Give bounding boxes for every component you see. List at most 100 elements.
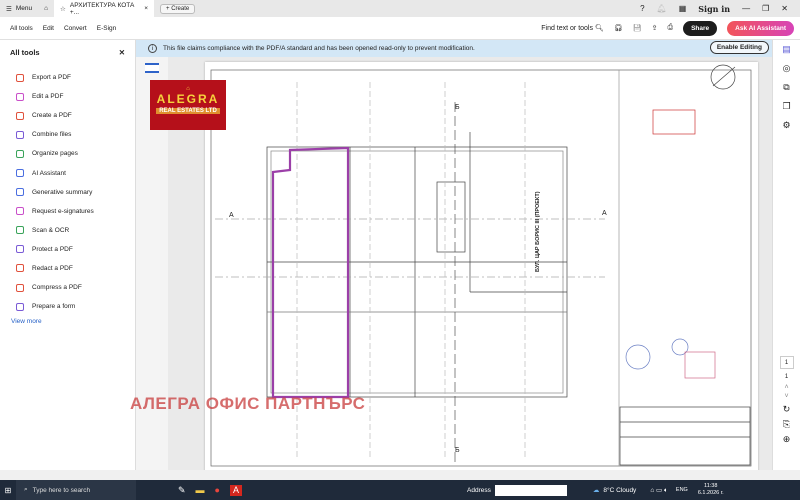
create-button[interactable]: + Create bbox=[160, 3, 196, 14]
rotate-icon[interactable]: ↻ bbox=[783, 404, 791, 415]
home-icon: ⌂ bbox=[44, 5, 49, 12]
print-icon[interactable]: ⎙ bbox=[667, 24, 673, 32]
tool-label: Combine files bbox=[32, 131, 72, 139]
tool-label: Export a PDF bbox=[32, 74, 72, 82]
tool-label: Compress a PDF bbox=[32, 284, 82, 292]
save-icon[interactable]: 💾︎ bbox=[633, 24, 642, 32]
tool-item[interactable]: Generative summary bbox=[0, 183, 135, 202]
tool-item[interactable]: Organize pages bbox=[0, 144, 135, 163]
section-mark-top: Б bbox=[455, 104, 460, 111]
language-indicator[interactable]: ENG bbox=[676, 487, 688, 493]
tool-icon bbox=[16, 169, 24, 178]
tool-item[interactable]: Prepare a form bbox=[0, 297, 135, 316]
taskbar-search[interactable]: ⌕ Type here to search bbox=[16, 480, 136, 500]
maximize-icon[interactable]: ❐ bbox=[762, 4, 769, 13]
zoom-in-icon[interactable]: ⊕ bbox=[783, 434, 791, 445]
menu-all-tools[interactable]: All tools bbox=[10, 25, 33, 32]
page-down-icon[interactable]: ˅ bbox=[784, 393, 788, 400]
attachments-icon[interactable]: ⚙ bbox=[782, 120, 790, 131]
search-icon: 🔍︎ bbox=[594, 25, 604, 32]
windows-start-icon[interactable]: ⊞ bbox=[0, 486, 16, 495]
find-tools[interactable]: Find text or tools 🔍︎ bbox=[541, 24, 604, 32]
tool-item[interactable]: Scan & OCR bbox=[0, 221, 135, 240]
tool-label: AI Assistant bbox=[32, 169, 66, 177]
tool-icon bbox=[16, 149, 24, 158]
tray-icons[interactable]: ⌂ ▭ 🔈︎ bbox=[650, 486, 668, 495]
date: 6.1.2026 г. bbox=[697, 490, 724, 496]
help-icon[interactable]: ? bbox=[640, 4, 644, 13]
tool-item[interactable]: Compress a PDF bbox=[0, 278, 135, 297]
close-tab-icon[interactable]: × bbox=[144, 5, 148, 12]
comment-icon[interactable]: ◎ bbox=[783, 63, 791, 74]
tool-item[interactable]: Export a PDF bbox=[0, 68, 135, 87]
edit-panel-icon[interactable]: ▤ bbox=[782, 44, 791, 55]
tool-item[interactable]: Edit a PDF bbox=[0, 87, 135, 106]
title-bar: ☰ Menu ⌂ ☆ АРХИТЕКТУРА КОТА +... × + Create… bbox=[0, 0, 800, 17]
headphones-icon[interactable]: 🎧︎ bbox=[614, 24, 623, 32]
tools-panel: All tools ✕ Export a PDF Edit a PDF Create… bbox=[0, 40, 136, 470]
right-rail: ▤ ◎ ⧉ ❐ ⚙ 1 1 ˄ ˅ ↻ ⎘ ⊕ bbox=[772, 40, 800, 470]
menu-edit[interactable]: Edit bbox=[43, 25, 54, 32]
time: 11:38 bbox=[704, 483, 718, 489]
apps-icon[interactable]: ▦ bbox=[679, 4, 687, 13]
search-placeholder: Type here to search bbox=[32, 486, 91, 494]
chrome-icon[interactable]: ● bbox=[215, 485, 220, 496]
tool-label: Request e-signatures bbox=[32, 207, 94, 215]
address-input[interactable] bbox=[494, 484, 567, 496]
clock[interactable]: 11:38 6.1.2026 г. bbox=[698, 483, 724, 497]
page-thumbnail[interactable] bbox=[145, 63, 159, 73]
tool-item[interactable]: Request e-signatures bbox=[0, 202, 135, 221]
bookmark-icon[interactable]: ⧉ bbox=[783, 82, 789, 93]
axis-mark-left: А bbox=[229, 212, 234, 219]
tool-icon bbox=[16, 92, 24, 101]
logo-alegra: ⌂ ALEGRA REAL ESTATES LTD bbox=[150, 80, 226, 130]
file-explorer-icon[interactable]: ▬ bbox=[196, 485, 205, 496]
app-icon-paint[interactable]: ✎ bbox=[178, 485, 186, 496]
tool-item[interactable]: Redact a PDF bbox=[0, 259, 135, 278]
street-label: БУЛ. ЦАР БОРИС III (ПРОЕКТ) bbox=[535, 191, 541, 272]
info-icon: i bbox=[148, 44, 157, 53]
tool-label: Organize pages bbox=[32, 150, 78, 158]
page-total: 1 bbox=[784, 374, 789, 380]
page-number-input[interactable]: 1 bbox=[779, 356, 794, 369]
tool-icon bbox=[16, 111, 24, 120]
home-button[interactable]: ⌂ bbox=[38, 0, 54, 17]
tool-item[interactable]: Protect a PDF bbox=[0, 240, 135, 259]
tool-item[interactable]: Create a PDF bbox=[0, 106, 135, 125]
address-label: Address bbox=[467, 486, 491, 494]
section-mark-bottom: Б bbox=[455, 447, 460, 454]
page-up-icon[interactable]: ˄ bbox=[784, 384, 788, 391]
upload-icon[interactable]: ⇪ bbox=[652, 24, 658, 32]
close-panel-icon[interactable]: ✕ bbox=[119, 48, 125, 57]
star-icon: ☆ bbox=[60, 5, 66, 13]
horizontal-scroll-area[interactable] bbox=[0, 470, 800, 480]
tool-icon bbox=[16, 226, 24, 235]
view-more-link[interactable]: View more bbox=[0, 318, 135, 325]
document-tab[interactable]: ☆ АРХИТЕКТУРА КОТА +... × bbox=[54, 0, 155, 17]
find-label: Find text or tools bbox=[541, 25, 593, 32]
tool-icon bbox=[16, 130, 24, 139]
acrobat-icon[interactable]: A bbox=[229, 484, 242, 496]
tool-item[interactable]: Combine files bbox=[0, 125, 135, 144]
weather-text: 8°C Cloudy bbox=[603, 486, 637, 494]
tool-item[interactable]: AI Assistant bbox=[0, 163, 135, 182]
share-button[interactable]: Share bbox=[683, 20, 718, 36]
menu-button[interactable]: ☰ Menu bbox=[0, 0, 38, 17]
fit-page-icon[interactable]: ⎘ bbox=[783, 419, 790, 430]
search-icon: ⌕ bbox=[24, 486, 28, 493]
axis-mark-right: А bbox=[602, 210, 607, 217]
menu-esign[interactable]: E-Sign bbox=[97, 25, 117, 32]
bell-icon[interactable]: 🔔︎ bbox=[657, 4, 667, 13]
ai-assistant-button[interactable]: Ask AI Assistant bbox=[727, 20, 794, 36]
pages-icon[interactable]: ❐ bbox=[782, 101, 790, 112]
menu-convert[interactable]: Convert bbox=[64, 25, 87, 32]
sign-in-button[interactable]: Sign in bbox=[698, 4, 730, 14]
banner-text: This file claims compliance with the PDF… bbox=[163, 45, 475, 52]
tool-icon bbox=[16, 188, 24, 197]
minimize-icon[interactable]: — bbox=[742, 4, 750, 13]
tool-label: Redact a PDF bbox=[32, 264, 73, 272]
tool-icon bbox=[16, 207, 24, 216]
enable-editing-button[interactable]: Enable Editing bbox=[709, 41, 769, 54]
pdf-page: ⌂ ALEGRA REAL ESTATES LTD БУЛ. ЦАР БОРИС… bbox=[130, 62, 758, 472]
close-window-icon[interactable]: ✕ bbox=[781, 4, 788, 13]
